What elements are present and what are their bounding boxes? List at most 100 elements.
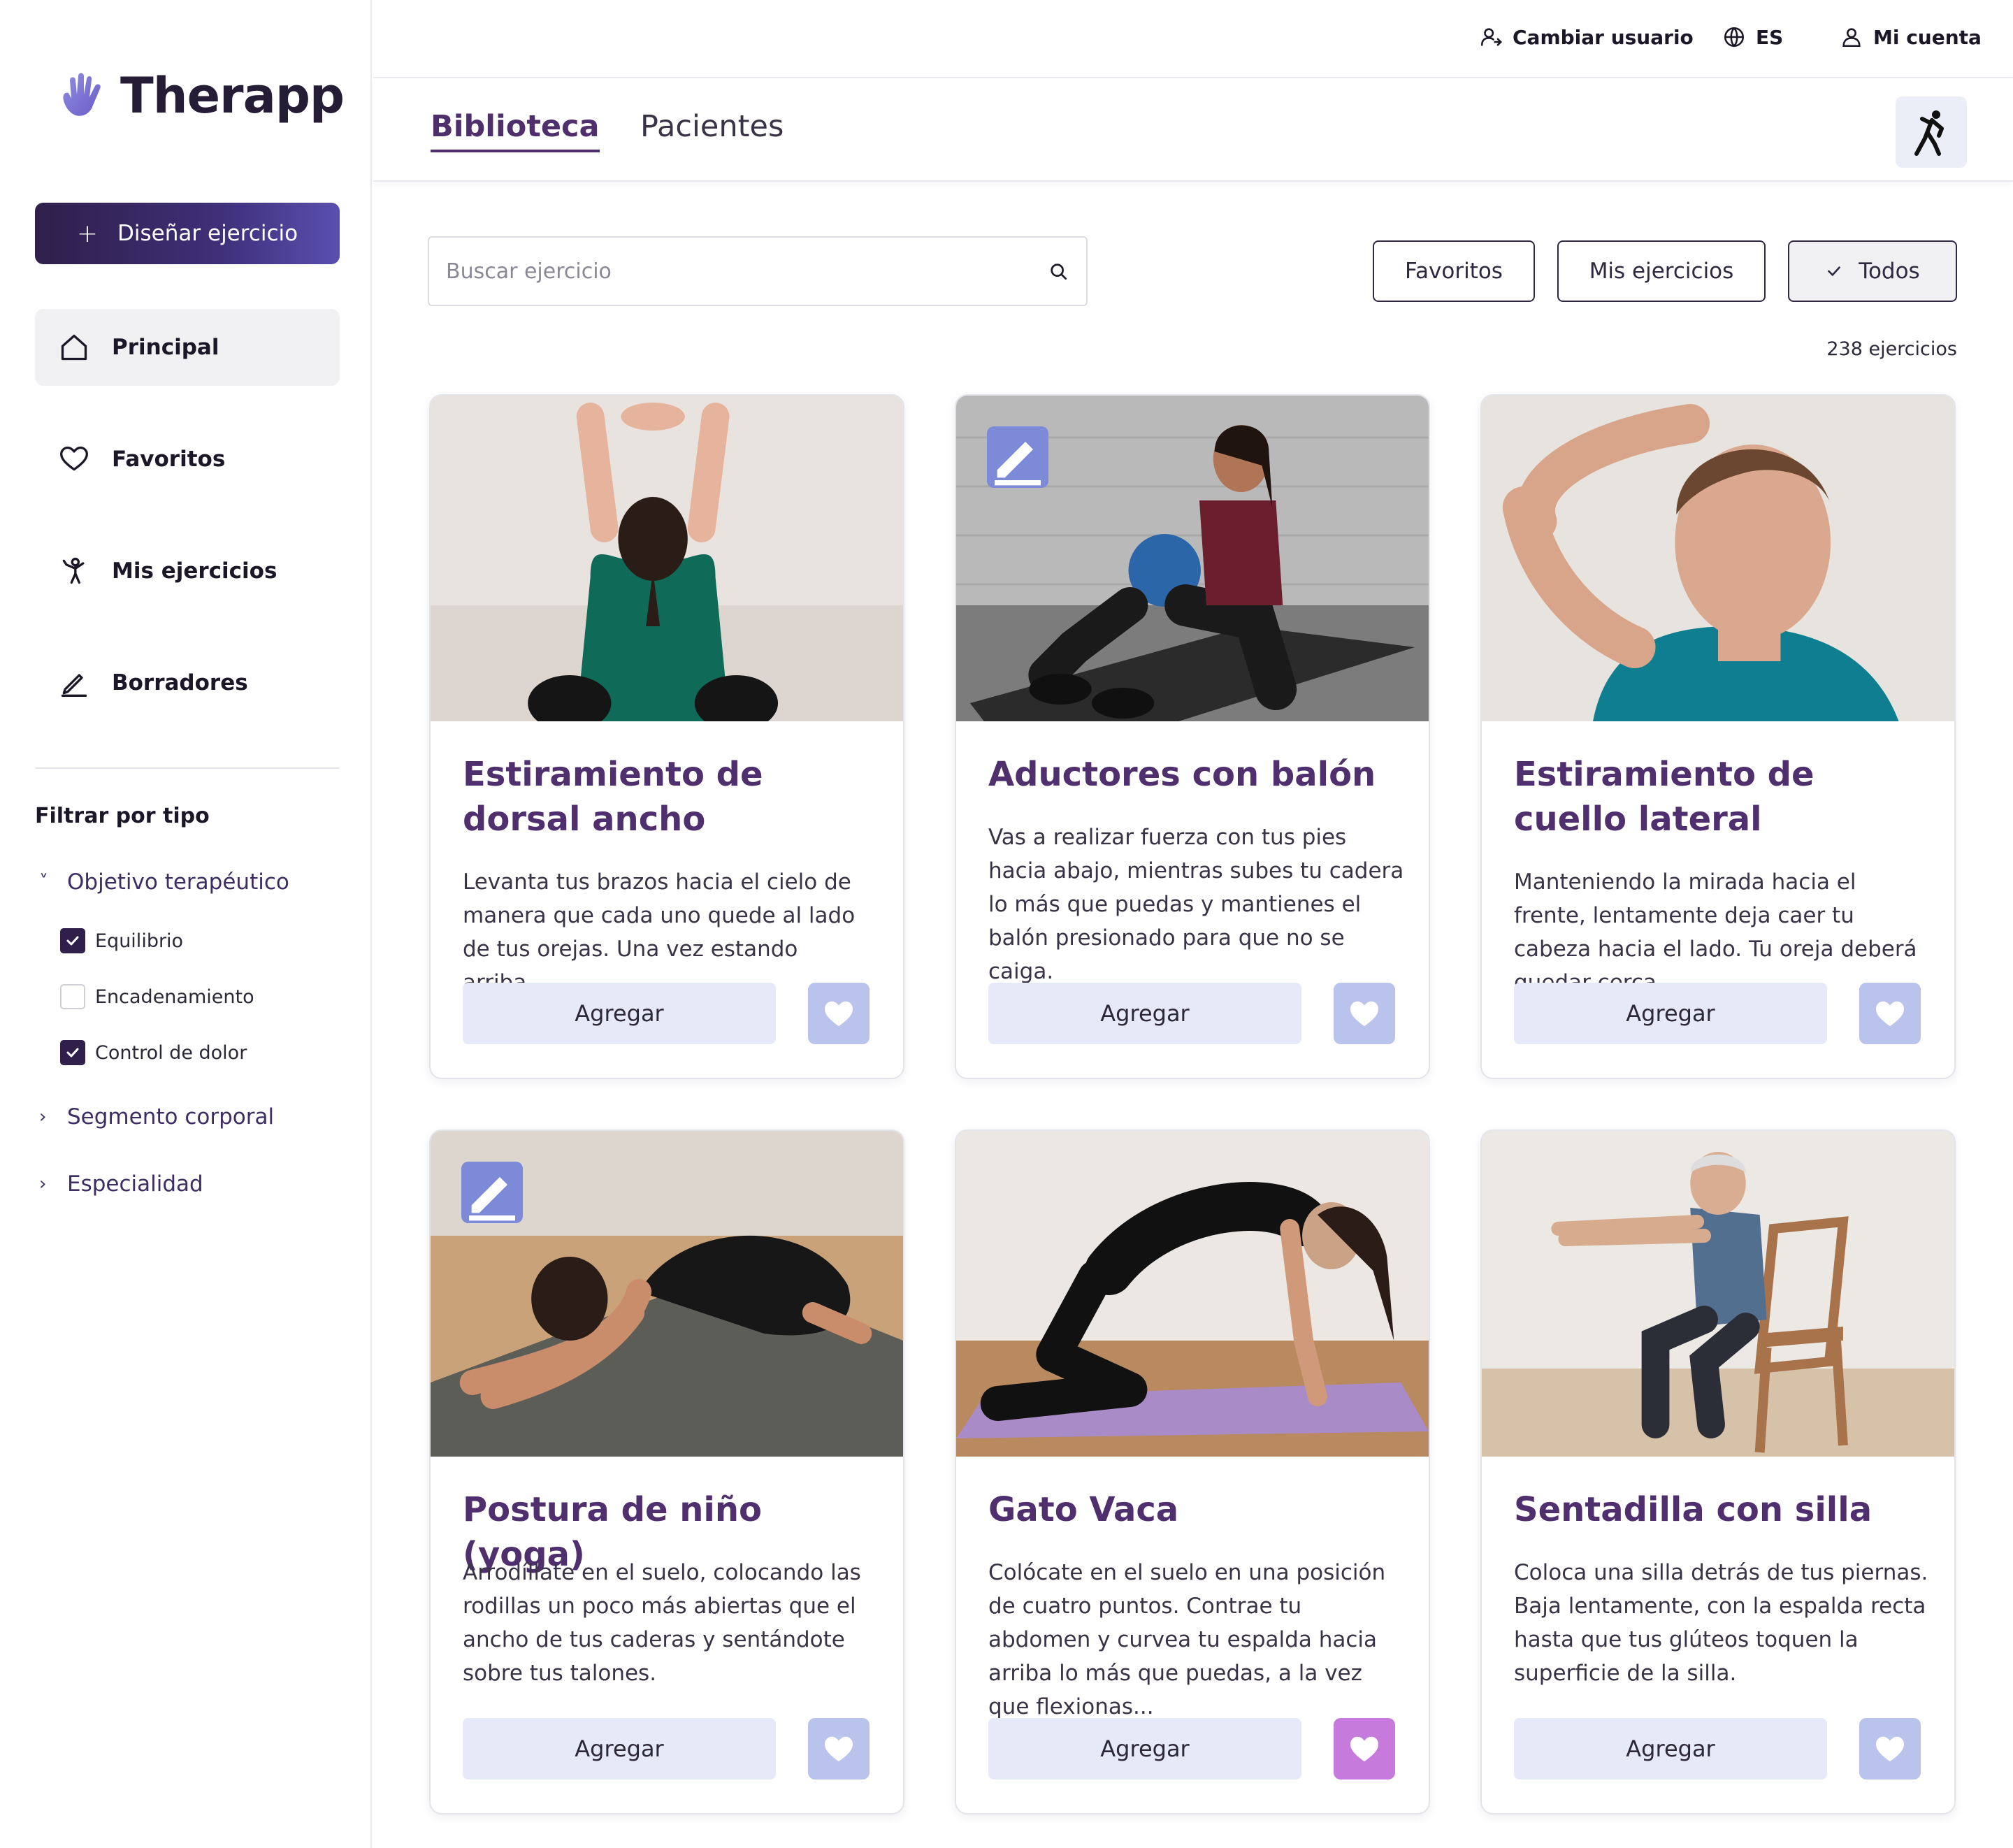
sidebar: Therapp + Diseñar ejercicio Principal Fa… — [0, 0, 372, 1848]
checkbox-control-de-dolor[interactable]: Control de dolor — [60, 1040, 247, 1065]
exercise-title: Estiramiento de cuello lateral — [1514, 755, 1814, 839]
my-account-label: Mi cuenta — [1873, 25, 1982, 49]
filter-title: Filtrar por tipo — [35, 804, 210, 828]
exercise-count: 238 ejercicios — [1826, 338, 1957, 360]
add-exercise-button[interactable]: Agregar — [988, 983, 1301, 1044]
search-icon[interactable] — [1047, 260, 1069, 282]
heart-filled-icon — [1876, 1001, 1904, 1027]
accordion-especialidad[interactable]: › Especialidad — [39, 1171, 203, 1197]
switch-user-icon — [1480, 28, 1502, 46]
checkbox-checked-icon[interactable] — [60, 1040, 85, 1065]
heart-filled-icon — [1350, 1736, 1378, 1762]
edit-exercise-button[interactable] — [461, 1162, 523, 1223]
favorite-button[interactable] — [808, 983, 870, 1044]
filter-label: Todos — [1859, 259, 1920, 284]
exercise-image — [431, 396, 903, 721]
filter-label: Mis ejercicios — [1589, 259, 1734, 284]
tab-biblioteca[interactable]: Biblioteca — [431, 109, 600, 152]
checkbox-equilibrio[interactable]: Equilibrio — [60, 928, 183, 953]
favorite-button[interactable] — [1859, 983, 1921, 1044]
top-bar: Cambiar usuario ES Mi cuenta — [373, 0, 2013, 78]
checkbox-unchecked-icon[interactable] — [60, 984, 85, 1009]
search-box[interactable] — [428, 236, 1088, 306]
add-exercise-button[interactable]: Agregar — [988, 1718, 1301, 1780]
chevron-right-icon: › — [39, 1174, 47, 1194]
exercise-card[interactable]: Aductores con balón Vas a realizar fuerz… — [955, 394, 1430, 1079]
sidebar-item-label: Principal — [112, 335, 219, 360]
exercise-image — [1482, 396, 1954, 721]
switch-user-link[interactable]: Cambiar usuario — [1479, 25, 1694, 49]
globe-icon — [1724, 27, 1745, 48]
accordion-segmento-corporal[interactable]: › Segmento corporal — [39, 1104, 274, 1129]
sidebar-item-mis-ejercicios[interactable]: Mis ejercicios — [35, 533, 340, 609]
accordion-label: Segmento corporal — [67, 1104, 275, 1129]
search-input[interactable] — [446, 259, 1019, 284]
running-figure-icon — [1914, 110, 1944, 156]
exercise-card[interactable]: Gato Vaca Colócate en el suelo en una po… — [955, 1129, 1430, 1814]
app-logo[interactable]: Therapp — [57, 67, 345, 124]
add-exercise-button[interactable]: Agregar — [463, 983, 776, 1044]
exercise-title: Sentadilla con silla — [1514, 1490, 1873, 1529]
pencil-icon — [469, 1177, 515, 1221]
heart-filled-icon — [1350, 1001, 1378, 1027]
exercise-title: Gato Vaca — [988, 1490, 1179, 1529]
checkbox-label: Equilibrio — [95, 930, 184, 952]
favorite-button[interactable] — [808, 1718, 870, 1780]
sidebar-item-borradores[interactable]: Borradores — [35, 644, 340, 721]
home-icon — [61, 334, 87, 361]
sidebar-item-label: Borradores — [112, 670, 248, 695]
filter-favoritos-button[interactable]: Favoritos — [1373, 240, 1535, 302]
exercise-image — [1482, 1131, 1954, 1457]
filter-todos-button[interactable]: Todos — [1788, 240, 1957, 302]
heart-filled-icon — [825, 1001, 853, 1027]
exercise-card[interactable]: Estiramiento de cuello lateral Mantenien… — [1480, 394, 1956, 1079]
add-exercise-button[interactable]: Agregar — [1514, 1718, 1827, 1780]
exercise-image — [956, 1131, 1429, 1457]
user-icon — [1842, 28, 1861, 48]
exercise-description: Arrodíllate en el suelo, colocando las r… — [463, 1560, 861, 1686]
exercise-title: Aductores con balón — [988, 755, 1376, 794]
exercise-image — [431, 1131, 903, 1457]
checkbox-encadenamiento[interactable]: Encadenamiento — [60, 984, 254, 1009]
favorite-button[interactable] — [1334, 983, 1395, 1044]
exercise-description: Colócate en el suelo en una posición de … — [988, 1560, 1386, 1719]
accordion-objetivo-terapeutico[interactable]: ˅ Objetivo terapéutico — [39, 869, 289, 895]
checkbox-checked-icon[interactable] — [60, 928, 85, 953]
filter-mis-ejercicios-button[interactable]: Mis ejercicios — [1557, 240, 1766, 302]
sidebar-divider — [35, 767, 340, 769]
sidebar-item-label: Favoritos — [112, 447, 226, 472]
design-exercise-button[interactable]: + Diseñar ejercicio — [35, 203, 340, 264]
exercise-image — [956, 396, 1429, 721]
exercise-title: Estiramiento de dorsal ancho — [463, 755, 763, 839]
exercise-card[interactable]: Postura de niño (yoga) Arrodíllate en el… — [429, 1129, 904, 1814]
favorite-button[interactable] — [1859, 1718, 1921, 1780]
filter-label: Favoritos — [1405, 259, 1503, 284]
exercise-description: Vas a realizar fuerza con tus pies hacia… — [988, 825, 1404, 984]
checkbox-label: Encadenamiento — [95, 986, 254, 1008]
language-selector[interactable]: ES — [1722, 25, 1783, 49]
tab-pacientes[interactable]: Pacientes — [640, 109, 784, 150]
check-icon — [1828, 266, 1841, 276]
language-label: ES — [1756, 25, 1784, 49]
plus-icon: + — [76, 219, 99, 248]
add-exercise-button[interactable]: Agregar — [1514, 983, 1827, 1044]
person-exercise-icon — [62, 557, 85, 584]
edit-exercise-button[interactable] — [987, 426, 1048, 488]
exercise-card[interactable]: Sentadilla con silla Coloca una silla de… — [1480, 1129, 1956, 1814]
design-exercise-label: Diseñar ejercicio — [117, 221, 298, 246]
favorite-button[interactable] — [1334, 1718, 1395, 1780]
heart-filled-icon — [1876, 1736, 1904, 1762]
heart-icon — [60, 446, 88, 471]
my-account-link[interactable]: Mi cuenta — [1840, 25, 1982, 49]
exercise-mode-button[interactable] — [1896, 96, 1967, 168]
exercise-card[interactable]: Estiramiento de dorsal ancho Levanta tus… — [429, 394, 904, 1079]
add-exercise-button[interactable]: Agregar — [463, 1718, 776, 1780]
accordion-label: Especialidad — [67, 1171, 203, 1197]
exercise-description: Manteniendo la mirada hacia el frente, l… — [1514, 869, 1917, 995]
accordion-label: Objetivo terapéutico — [67, 869, 289, 895]
sidebar-item-principal[interactable]: Principal — [35, 309, 340, 386]
sidebar-item-favoritos[interactable]: Favoritos — [35, 421, 340, 498]
chevron-right-icon: › — [39, 1106, 47, 1127]
sidebar-item-label: Mis ejercicios — [112, 558, 277, 584]
hand-logo-icon — [63, 73, 101, 116]
